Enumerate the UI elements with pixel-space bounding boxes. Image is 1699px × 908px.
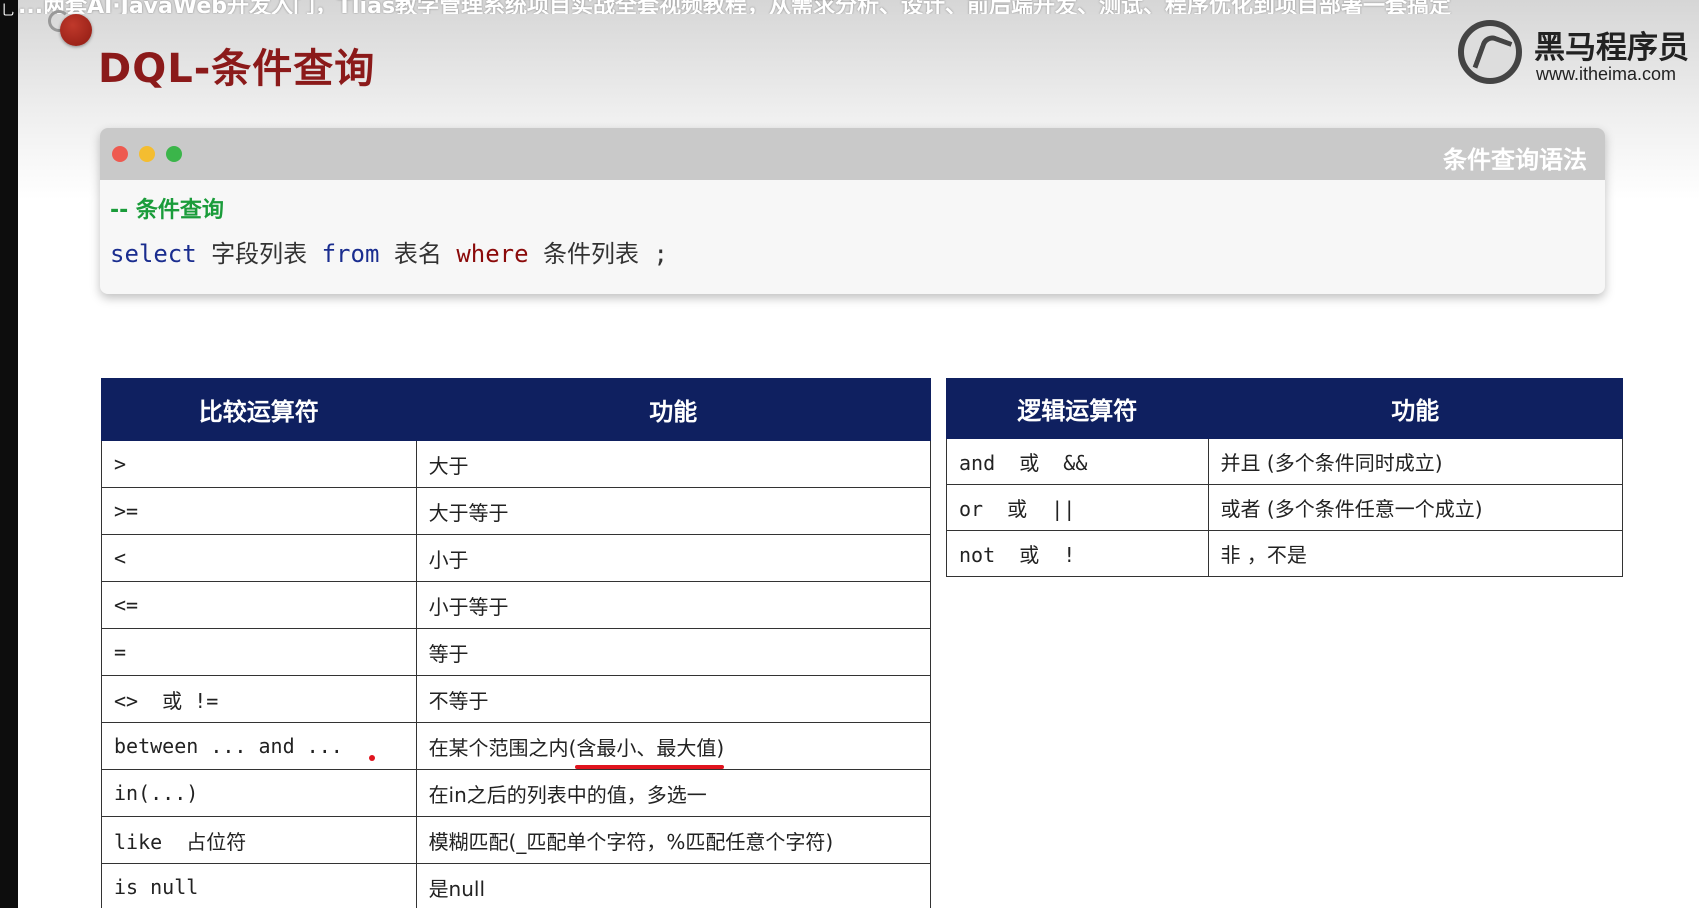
keyword-select: select (110, 240, 197, 268)
recording-dot-icon (60, 14, 92, 46)
page-title: DQL-条件查询 (98, 46, 376, 92)
function-cell: 等于 (415, 628, 932, 676)
operator-cell: in(...) (101, 769, 417, 817)
table-row: >= 大于等于 (101, 487, 932, 535)
operator-cell: and 或 && (946, 438, 1209, 485)
operator-cell: <= (101, 581, 417, 629)
token-semicolon: ; (653, 240, 668, 268)
function-cell: 不等于 (415, 675, 932, 723)
brand-logo: 黑马程序员 www.itheima.com (1458, 14, 1699, 84)
range-note-text: (含最小、最大值) (568, 735, 725, 760)
token-conditions: 条件列表 (543, 240, 640, 268)
function-cell: 或者 (多个条件任意一个成立) (1207, 484, 1624, 531)
close-dot-icon (112, 146, 128, 162)
logo-url: www.itheima.com (1536, 64, 1677, 84)
table-row: and 或 && 并且 (多个条件同时成立) (946, 438, 1624, 485)
function-cell: 大于 (415, 440, 932, 488)
token-table: 表名 (393, 240, 442, 268)
function-cell: 在某个范围之内(含最小、最大值) (415, 722, 932, 770)
logo-name: 黑马程序员 (1534, 30, 1689, 66)
table-row: = 等于 (101, 628, 932, 676)
function-cell: 模糊匹配(_匹配单个字符，%匹配任意个字符) (415, 816, 932, 864)
table-row: < 小于 (101, 534, 932, 582)
video-title-caption: ...两套AI·JavaWeb开发入门，Tlias教学管理系统项目实战全套视频教… (18, 0, 1452, 14)
function-cell: 并且 (多个条件同时成立) (1207, 438, 1624, 485)
function-cell: 大于等于 (415, 487, 932, 535)
table-row: or 或 || 或者 (多个条件任意一个成立) (946, 484, 1624, 531)
operator-cell: or 或 || (946, 484, 1209, 531)
table-row: in(...) 在in之后的列表中的值，多选一 (101, 769, 932, 817)
table-row: not 或 ! 非 ，不是 (946, 530, 1624, 577)
operator-cell: <> 或 != (101, 675, 417, 723)
keyword-where: where (456, 240, 529, 268)
table-row: is null 是null (101, 863, 932, 908)
code-window-titlebar: 条件查询语法 (100, 128, 1605, 180)
left-edge-bar: 乚 (0, 0, 18, 908)
function-cell: 小于等于 (415, 581, 932, 629)
table-row: <> 或 != 不等于 (101, 675, 932, 723)
left-bar-glyph: 乚 (1, 3, 15, 19)
table-header-cell: 功能 (1207, 378, 1624, 439)
code-window-title: 条件查询语法 (1443, 146, 1587, 174)
horse-logo-icon (1458, 20, 1522, 84)
operator-cell: < (101, 534, 417, 582)
code-body: -- 条件查询 select 字段列表 from 表名 where 条件列表 ; (100, 180, 1605, 286)
red-underline-annotation (574, 764, 725, 769)
table-header-cell: 功能 (415, 378, 932, 441)
table-header-row: 比较运算符 功能 (101, 378, 932, 441)
table-header-cell: 比较运算符 (101, 378, 417, 441)
code-window: 条件查询语法 -- 条件查询 select 字段列表 from 表名 where… (100, 128, 1605, 294)
function-cell: 在in之后的列表中的值，多选一 (415, 769, 932, 817)
function-text: 在某个范围之内 (428, 735, 569, 760)
function-cell: 是null (415, 863, 932, 908)
minimize-dot-icon (139, 146, 155, 162)
code-comment: -- 条件查询 (110, 198, 224, 223)
token-fields: 字段列表 (211, 240, 308, 268)
operator-cell: like 占位符 (101, 816, 417, 864)
operator-cell: not 或 ! (946, 530, 1209, 577)
table-row: between ... and ... 在某个范围之内(含最小、最大值) (101, 722, 932, 770)
red-dot-annotation (369, 755, 375, 761)
operator-cell: is null (101, 863, 417, 908)
table-header-cell: 逻辑运算符 (946, 378, 1209, 439)
operator-cell: = (101, 628, 417, 676)
keyword-from: from (321, 240, 380, 268)
function-cell: 小于 (415, 534, 932, 582)
table-row: <= 小于等于 (101, 581, 932, 629)
comparison-operators-table: 比较运算符 功能 > 大于 >= 大于等于 < 小于 <= 小于等于 = 等于 … (101, 378, 932, 908)
table-row: like 占位符 模糊匹配(_匹配单个字符，%匹配任意个字符) (101, 816, 932, 864)
operator-cell: > (101, 440, 417, 488)
maximize-dot-icon (166, 146, 182, 162)
operator-cell: >= (101, 487, 417, 535)
logical-operators-table: 逻辑运算符 功能 and 或 && 并且 (多个条件同时成立) or 或 || … (946, 378, 1624, 577)
table-row: > 大于 (101, 440, 932, 488)
table-header-row: 逻辑运算符 功能 (946, 378, 1624, 439)
operator-cell: between ... and ... (101, 722, 417, 770)
slide: ...两套AI·JavaWeb开发入门，Tlias教学管理系统项目实战全套视频教… (18, 0, 1699, 908)
range-note: (含最小、最大值) (568, 732, 725, 769)
code-line: select 字段列表 from 表名 where 条件列表 ; (110, 238, 1595, 270)
function-cell: 非 ，不是 (1207, 530, 1624, 577)
